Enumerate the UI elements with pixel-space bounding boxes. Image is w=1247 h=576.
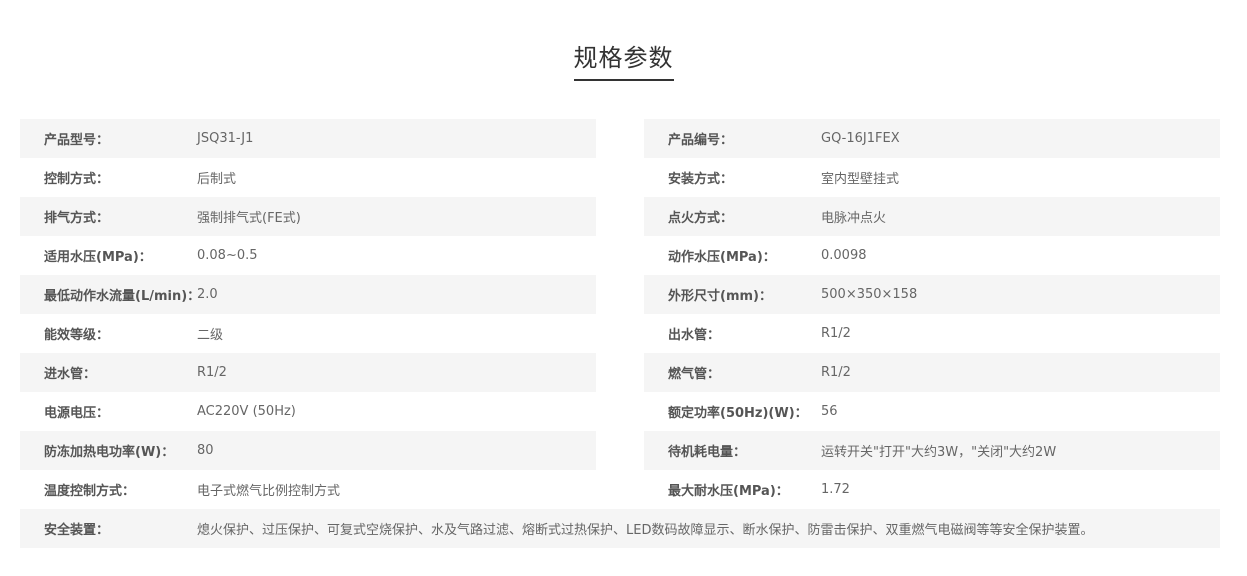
spec-label: 产品型号： bbox=[44, 133, 110, 148]
spec-row: 适用水压(MPa)： 0.08~0.5 bbox=[20, 236, 596, 275]
spec-value: 500×350×158 bbox=[821, 287, 918, 302]
spec-value: 电脉冲点火 bbox=[821, 211, 887, 226]
spec-row: 进水管： R1/2 bbox=[20, 353, 596, 392]
spec-value: 电子式燃气比例控制方式 bbox=[197, 484, 341, 499]
safety-value: 熄火保护、过压保护、可复式空烧保护、水及气路过滤、熔断式过热保护、LED数码故障… bbox=[197, 523, 1094, 538]
spec-row: 能效等级： 二级 bbox=[20, 314, 596, 353]
spec-row: 排气方式： 强制排气式(FE式) bbox=[20, 197, 596, 236]
spec-label: 温度控制方式： bbox=[44, 484, 136, 499]
spec-value: R1/2 bbox=[821, 365, 851, 380]
spec-row: 最大耐水压(MPa)： 1.72 bbox=[644, 470, 1220, 509]
spec-row: 产品编号： GQ-16J1FEX bbox=[644, 119, 1220, 158]
spec-value: 0.0098 bbox=[821, 248, 867, 263]
spec-label: 燃气管： bbox=[668, 367, 721, 382]
spec-label: 额定功率(50Hz)(W)： bbox=[668, 406, 808, 421]
spec-column-left: 产品型号： JSQ31-J1 控制方式： 后制式 排气方式： 强制排气式(FE式… bbox=[20, 119, 596, 509]
spec-row: 点火方式： 电脉冲点火 bbox=[644, 197, 1220, 236]
spec-value: 强制排气式(FE式) bbox=[197, 211, 301, 226]
spec-value: 后制式 bbox=[197, 172, 237, 187]
spec-label: 能效等级： bbox=[44, 328, 110, 343]
spec-label: 适用水压(MPa)： bbox=[44, 250, 152, 265]
safety-label: 安全装置： bbox=[44, 523, 110, 538]
spec-value: 1.72 bbox=[821, 482, 850, 497]
spec-label: 最低动作水流量(L/min)： bbox=[44, 289, 201, 304]
spec-column-right: 产品编号： GQ-16J1FEX 安装方式： 室内型壁挂式 点火方式： 电脉冲点… bbox=[644, 119, 1220, 509]
spec-value: 二级 bbox=[197, 328, 224, 343]
spec-value: 运转开关"打开"大约3W，"关闭"大约2W bbox=[821, 445, 1057, 460]
spec-page: 规格参数 产品型号： JSQ31-J1 控制方式： 后制式 排气方式： 强制排气… bbox=[0, 0, 1247, 576]
spec-value: AC220V (50Hz) bbox=[197, 404, 296, 419]
spec-value: 80 bbox=[197, 443, 214, 458]
spec-label: 电源电压： bbox=[44, 406, 110, 421]
spec-row: 控制方式： 后制式 bbox=[20, 158, 596, 197]
title-wrap: 规格参数 bbox=[0, 38, 1247, 81]
spec-value: JSQ31-J1 bbox=[197, 131, 254, 146]
spec-value: R1/2 bbox=[197, 365, 227, 380]
spec-row: 电源电压： AC220V (50Hz) bbox=[20, 392, 596, 431]
spec-row: 待机耗电量： 运转开关"打开"大约3W，"关闭"大约2W bbox=[644, 431, 1220, 470]
spec-row: 燃气管： R1/2 bbox=[644, 353, 1220, 392]
spec-row: 出水管： R1/2 bbox=[644, 314, 1220, 353]
safety-row: 安全装置： 熄火保护、过压保护、可复式空烧保护、水及气路过滤、熔断式过热保护、L… bbox=[20, 509, 1220, 548]
spec-value: R1/2 bbox=[821, 326, 851, 341]
spec-row: 防冻加热电功率(W)： 80 bbox=[20, 431, 596, 470]
spec-label: 产品编号： bbox=[668, 133, 734, 148]
spec-row: 温度控制方式： 电子式燃气比例控制方式 bbox=[20, 470, 596, 509]
spec-label: 进水管： bbox=[44, 367, 97, 382]
spec-row: 最低动作水流量(L/min)： 2.0 bbox=[20, 275, 596, 314]
spec-row: 动作水压(MPa)： 0.0098 bbox=[644, 236, 1220, 275]
spec-value: 2.0 bbox=[197, 287, 218, 302]
spec-label: 控制方式： bbox=[44, 172, 110, 187]
spec-row: 外形尺寸(mm)： 500×350×158 bbox=[644, 275, 1220, 314]
spec-value: GQ-16J1FEX bbox=[821, 131, 900, 146]
section-title: 规格参数 bbox=[573, 38, 674, 81]
spec-row: 额定功率(50Hz)(W)： 56 bbox=[644, 392, 1220, 431]
spec-value: 室内型壁挂式 bbox=[821, 172, 900, 187]
spec-label: 待机耗电量： bbox=[668, 445, 747, 460]
spec-label: 点火方式： bbox=[668, 211, 734, 226]
spec-label: 动作水压(MPa)： bbox=[668, 250, 776, 265]
spec-label: 防冻加热电功率(W)： bbox=[44, 445, 175, 460]
spec-row: 产品型号： JSQ31-J1 bbox=[20, 119, 596, 158]
spec-value: 0.08~0.5 bbox=[197, 248, 258, 263]
spec-row: 安装方式： 室内型壁挂式 bbox=[644, 158, 1220, 197]
spec-label: 最大耐水压(MPa)： bbox=[668, 484, 789, 499]
spec-label: 安装方式： bbox=[668, 172, 734, 187]
spec-value: 56 bbox=[821, 404, 838, 419]
spec-label: 出水管： bbox=[668, 328, 721, 343]
spec-label: 外形尺寸(mm)： bbox=[668, 289, 772, 304]
spec-label: 排气方式： bbox=[44, 211, 110, 226]
